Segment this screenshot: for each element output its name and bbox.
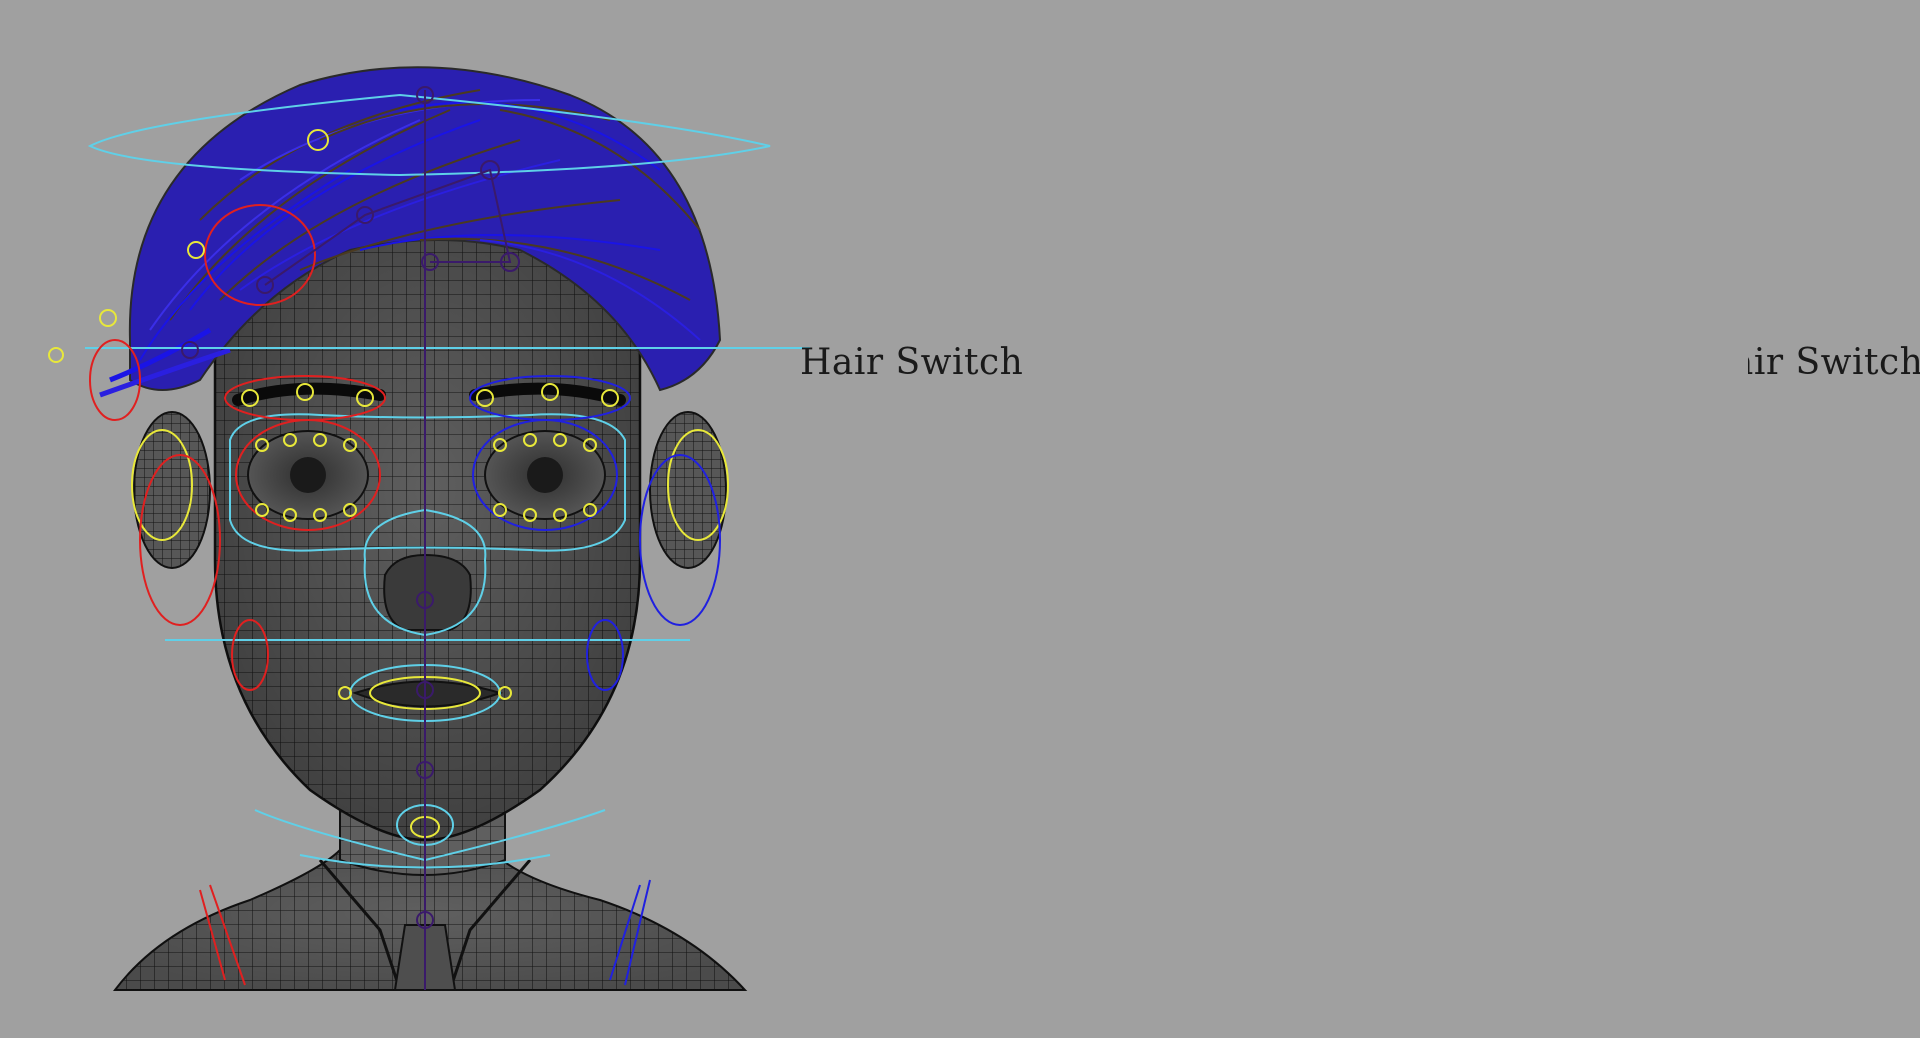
maya-viewport[interactable]: Hair Switch Hair Switch: [0, 0, 1920, 1038]
viewport-canvas[interactable]: [0, 0, 1920, 1038]
front-right-ear: [649, 411, 727, 569]
front-hair-switch-label: Hair Switch: [800, 342, 1024, 383]
front-left-ear: [133, 411, 211, 569]
front-character[interactable]: [48, 66, 810, 991]
